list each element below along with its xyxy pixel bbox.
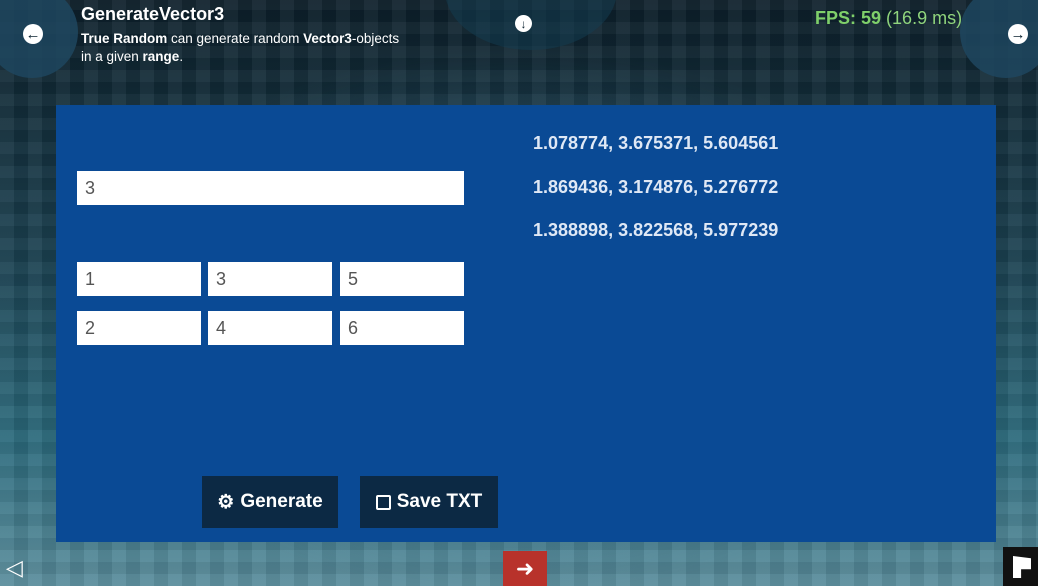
page-description: True Random can generate random Vector3-… bbox=[81, 31, 400, 64]
min-y-input[interactable] bbox=[208, 262, 332, 296]
min-z-input[interactable] bbox=[340, 262, 464, 296]
download-arrow-icon[interactable]: ↓ bbox=[515, 15, 532, 32]
save-label: Save TXT bbox=[396, 491, 483, 512]
floppy-disk-icon bbox=[375, 494, 391, 510]
count-input[interactable] bbox=[77, 171, 464, 205]
max-x-input[interactable] bbox=[77, 311, 201, 345]
exit-button[interactable]: ➜ bbox=[503, 551, 547, 586]
fps-value: FPS: 59 bbox=[815, 8, 882, 28]
page-title: GenerateVector3 bbox=[81, 4, 225, 24]
gear-icon: ⚙ bbox=[217, 491, 235, 513]
result-line: 1.869436, 3.174876, 5.276772 bbox=[533, 177, 779, 197]
max-y-input[interactable] bbox=[208, 311, 332, 345]
generate-button[interactable]: ⚙ Generate bbox=[202, 476, 338, 528]
save-txt-button[interactable]: Save TXT bbox=[360, 476, 498, 528]
flag-icon bbox=[1013, 556, 1031, 578]
generate-label: Generate bbox=[240, 491, 323, 512]
min-x-input[interactable] bbox=[77, 262, 201, 296]
result-line: 1.388898, 3.822568, 5.977239 bbox=[533, 220, 779, 240]
unity-logo-icon[interactable]: ◁ bbox=[6, 557, 23, 579]
fps-ms: (16.9 ms) bbox=[886, 8, 963, 28]
next-arrow-icon[interactable]: → bbox=[1008, 24, 1028, 44]
result-line: 1.078774, 3.675371, 5.604561 bbox=[533, 133, 779, 153]
corner-logo bbox=[1003, 547, 1038, 586]
fps-counter: FPS: 59 (16.9 ms) bbox=[815, 8, 962, 29]
prev-arrow-icon[interactable]: ← bbox=[23, 24, 43, 44]
exit-arrow-icon: ➜ bbox=[515, 555, 535, 581]
max-z-input[interactable] bbox=[340, 311, 464, 345]
